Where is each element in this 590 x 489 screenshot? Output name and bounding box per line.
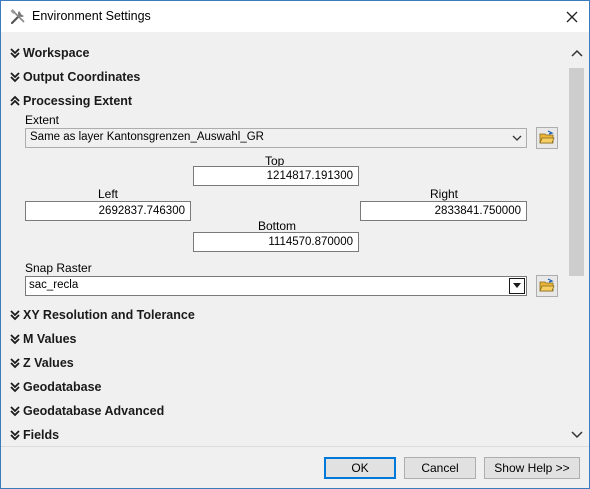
snap-raster-combo[interactable]: sac_recla xyxy=(25,276,527,296)
right-input[interactable]: 2833841.750000 xyxy=(360,201,527,221)
right-value: 2833841.750000 xyxy=(434,205,521,217)
section-label: XY Resolution and Tolerance xyxy=(23,308,195,322)
chevron-down-icon xyxy=(512,135,522,141)
section-geodatabase-advanced[interactable]: Geodatabase Advanced xyxy=(9,403,164,419)
section-output-coordinates[interactable]: Output Coordinates xyxy=(9,69,140,85)
bottom-value: 1114570.870000 xyxy=(268,236,353,248)
section-z-values[interactable]: Z Values xyxy=(9,355,74,371)
close-button[interactable] xyxy=(555,1,589,32)
chevron-double-down-icon xyxy=(10,310,20,321)
chevron-double-up-icon xyxy=(10,95,20,106)
show-help-button[interactable]: Show Help >> xyxy=(484,457,580,479)
close-icon xyxy=(566,11,578,22)
vertical-scrollbar[interactable] xyxy=(567,44,587,444)
section-workspace[interactable]: Workspace xyxy=(9,45,89,61)
ok-button[interactable]: OK xyxy=(324,457,396,479)
snap-raster-value: sac_recla xyxy=(29,279,79,291)
left-label: Left xyxy=(98,187,119,201)
left-value: 2692837.746300 xyxy=(98,205,185,217)
extent-dropdown[interactable]: Same as layer Kantonsgrenzen_Auswahl_GR xyxy=(25,128,527,148)
bottom-label: Bottom xyxy=(258,219,297,233)
chevron-double-down-icon xyxy=(10,72,20,83)
bottom-input[interactable]: 1114570.870000 xyxy=(193,232,359,252)
triangle-down-icon xyxy=(513,283,521,288)
chevron-up-icon xyxy=(571,49,583,57)
section-xy-resolution[interactable]: XY Resolution and Tolerance xyxy=(9,307,195,323)
section-geodatabase[interactable]: Geodatabase xyxy=(9,379,102,395)
section-label: Z Values xyxy=(23,356,74,370)
chevron-double-down-icon xyxy=(10,358,20,369)
top-input[interactable]: 1214817.191300 xyxy=(193,166,359,186)
extent-value: Same as layer Kantonsgrenzen_Auswahl_GR xyxy=(30,131,264,143)
open-folder-icon xyxy=(539,278,555,292)
snap-raster-browse-button[interactable] xyxy=(536,275,558,297)
chevron-double-down-icon xyxy=(10,48,20,59)
section-label: Geodatabase Advanced xyxy=(23,404,165,418)
chevron-double-down-icon xyxy=(10,334,20,345)
section-m-values[interactable]: M Values xyxy=(9,331,77,347)
extent-browse-button[interactable] xyxy=(536,127,558,149)
section-label: Output Coordinates xyxy=(23,70,141,84)
chevron-down-icon xyxy=(571,431,583,439)
section-label: Processing Extent xyxy=(23,94,133,108)
environment-settings-dialog: Environment Settings Workspace Output Co… xyxy=(0,0,590,489)
scroll-down-button[interactable] xyxy=(567,426,587,444)
chevron-double-down-icon xyxy=(10,406,20,417)
settings-panel: Workspace Output Coordinates Processing … xyxy=(1,32,589,446)
right-label: Right xyxy=(430,187,459,201)
scroll-up-button[interactable] xyxy=(567,44,587,62)
section-fields[interactable]: Fields xyxy=(9,427,59,443)
chevron-double-down-icon xyxy=(10,382,20,393)
extent-label: Extent xyxy=(25,113,60,127)
section-label: M Values xyxy=(23,332,77,346)
snap-raster-dropdown-button[interactable] xyxy=(509,278,525,294)
cancel-button[interactable]: Cancel xyxy=(404,457,476,479)
scroll-thumb[interactable] xyxy=(569,68,584,276)
open-folder-icon xyxy=(539,130,555,144)
window-title: Environment Settings xyxy=(32,9,151,23)
snap-raster-label: Snap Raster xyxy=(25,261,92,275)
chevron-double-down-icon xyxy=(10,430,20,441)
section-label: Geodatabase xyxy=(23,380,102,394)
section-label: Fields xyxy=(23,428,60,442)
title-bar: Environment Settings xyxy=(1,1,589,32)
tools-icon xyxy=(9,8,27,26)
section-processing-extent[interactable]: Processing Extent xyxy=(9,93,132,109)
left-input[interactable]: 2692837.746300 xyxy=(25,201,191,221)
button-bar: OK Cancel Show Help >> xyxy=(1,446,589,488)
top-value: 1214817.191300 xyxy=(266,170,353,182)
section-label: Workspace xyxy=(23,46,90,60)
